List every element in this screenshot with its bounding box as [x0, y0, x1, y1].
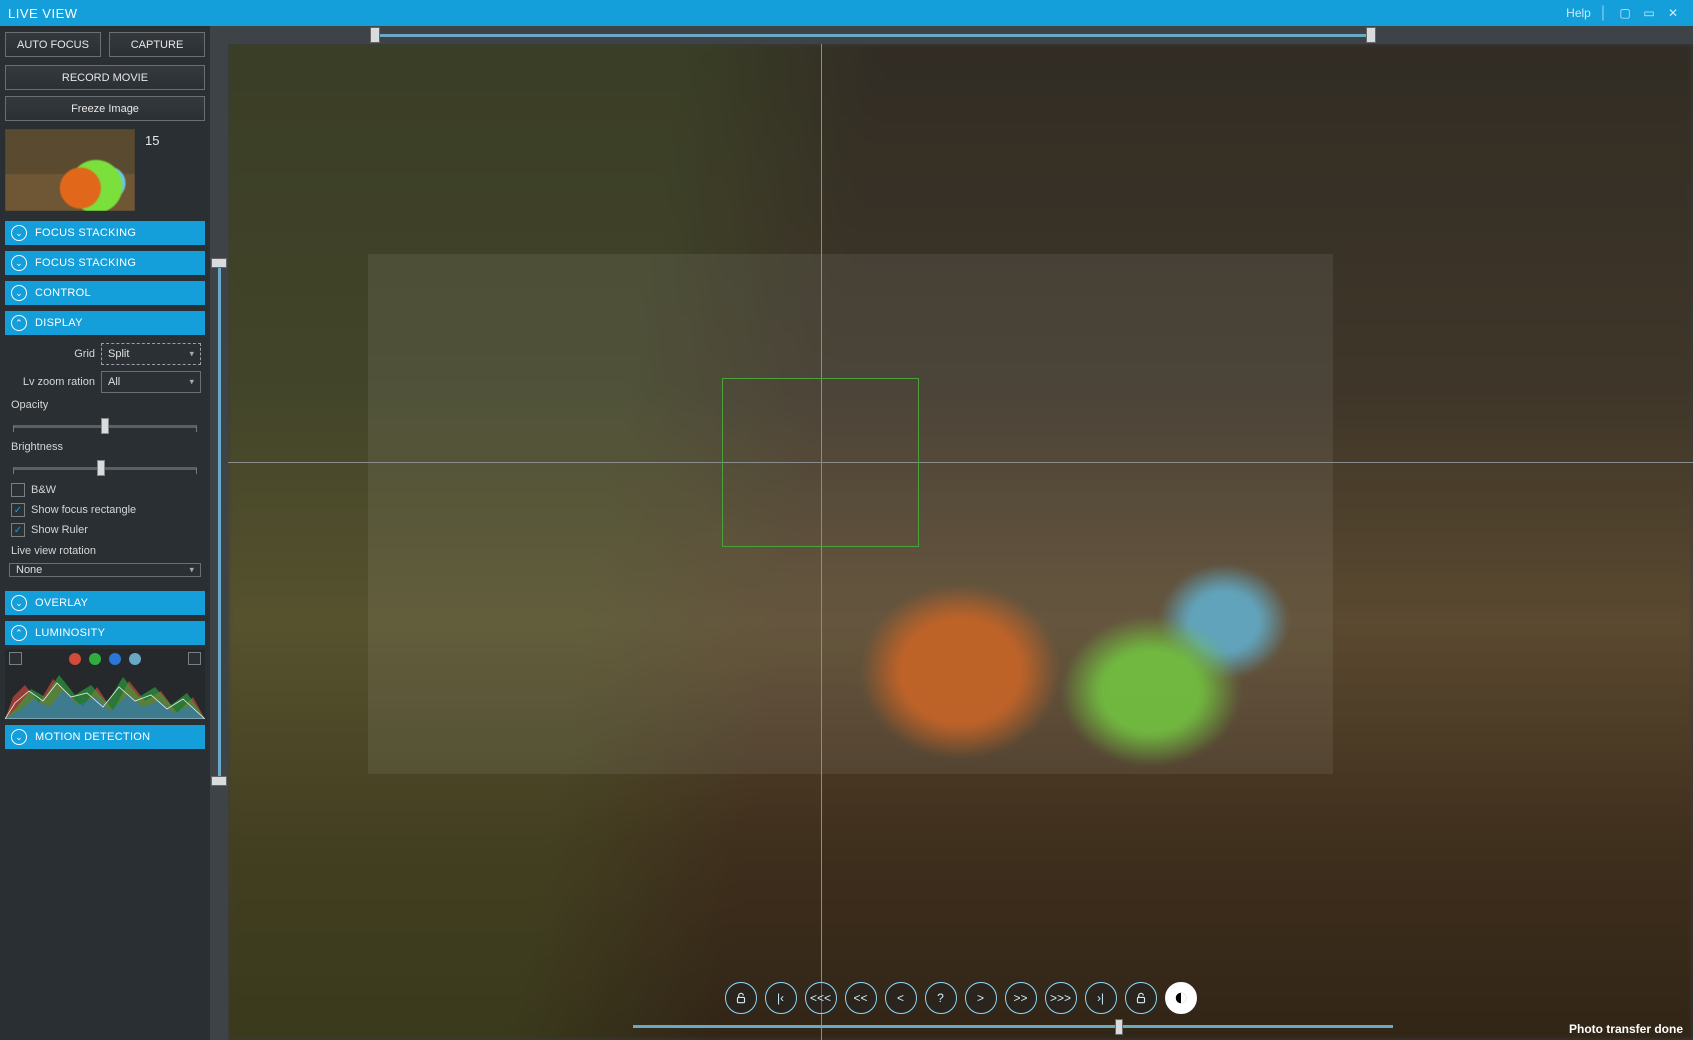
chevron-up-icon: ⌃ — [11, 625, 27, 641]
show-ruler-checkbox[interactable]: ✓ — [11, 523, 25, 537]
panel-luminosity[interactable]: ⌃LUMINOSITY — [5, 621, 205, 645]
bw-checkbox[interactable] — [11, 483, 25, 497]
chevron-down-icon: ⌄ — [11, 729, 27, 745]
bw-label: B&W — [31, 484, 56, 496]
help-link[interactable]: Help — [1566, 6, 1591, 20]
nav-back2-button[interactable]: << — [845, 982, 877, 1014]
ruler-h-handle-start[interactable] — [370, 27, 380, 43]
focus-navbar: |‹ <<< << < ? > >> >>> ›| — [725, 982, 1197, 1014]
panel-motion-detection[interactable]: ⌄MOTION DETECTION — [5, 725, 205, 749]
capture-count: 15 — [145, 129, 159, 211]
rotation-label: Live view rotation — [9, 545, 201, 557]
histogram-clip-left[interactable] — [9, 652, 22, 665]
histogram — [5, 649, 205, 719]
panel-overlay[interactable]: ⌄OVERLAY — [5, 591, 205, 615]
main-viewport: |‹ <<< << < ? > >> >>> ›| Photo transfer… — [210, 26, 1693, 1040]
lock-near-button[interactable] — [725, 982, 757, 1014]
lv-zoom-select[interactable]: All▾ — [101, 371, 201, 393]
channel-red[interactable] — [69, 653, 81, 665]
chevron-down-icon: ⌄ — [11, 285, 27, 301]
nav-fwd2-button[interactable]: >> — [1005, 982, 1037, 1014]
caret-down-icon: ▾ — [189, 377, 194, 388]
status-text: Photo transfer done — [1569, 1022, 1683, 1036]
nav-fwd1-button[interactable]: > — [965, 982, 997, 1014]
grid-label: Grid — [9, 348, 95, 360]
ruler-v-handle-start[interactable] — [211, 258, 227, 268]
brightness-label: Brightness — [9, 441, 201, 453]
maximize-button[interactable]: ▭ — [1637, 3, 1661, 23]
opacity-slider[interactable] — [9, 417, 201, 435]
sidebar: AUTO FOCUS CAPTURE RECORD MOVIE Freeze I… — [0, 26, 210, 1040]
show-focus-label: Show focus rectangle — [31, 504, 136, 516]
panel-display-body: Grid Split▾ Lv zoom ration All▾ Opacity … — [5, 337, 205, 585]
nav-back1-button[interactable]: < — [885, 982, 917, 1014]
nav-fwd3-button[interactable]: >>> — [1045, 982, 1077, 1014]
contrast-button[interactable] — [1165, 982, 1197, 1014]
ruler-horizontal — [228, 26, 1693, 44]
panel-display[interactable]: ⌃DISPLAY — [5, 311, 205, 335]
show-ruler-label: Show Ruler — [31, 524, 88, 536]
panel-focus-stacking-1[interactable]: ⌄FOCUS STACKING — [5, 221, 205, 245]
channel-luma[interactable] — [129, 653, 141, 665]
ruler-h-handle-end[interactable] — [1366, 27, 1376, 43]
channel-green[interactable] — [89, 653, 101, 665]
grid-line-horizontal — [228, 462, 1693, 463]
window-title: LIVE VIEW — [8, 6, 78, 21]
freeze-image-button[interactable]: Freeze Image — [5, 96, 205, 121]
histogram-channels — [69, 653, 141, 665]
ruler-v-handle-end[interactable] — [211, 776, 227, 786]
lock-far-button[interactable] — [1125, 982, 1157, 1014]
record-movie-button[interactable]: RECORD MOVIE — [5, 65, 205, 90]
nav-help-button[interactable]: ? — [925, 982, 957, 1014]
histogram-clip-right[interactable] — [188, 652, 201, 665]
chevron-down-icon: ⌄ — [11, 225, 27, 241]
ruler-corner — [210, 26, 228, 44]
nav-last-button[interactable]: ›| — [1085, 982, 1117, 1014]
caret-down-icon: ▾ — [189, 565, 194, 576]
live-canvas[interactable]: |‹ <<< << < ? > >> >>> ›| Photo transfer… — [228, 44, 1693, 1040]
chevron-down-icon: ⌄ — [11, 595, 27, 611]
focus-position-slider[interactable] — [633, 1025, 1393, 1028]
focus-rectangle[interactable] — [722, 378, 920, 547]
brightness-slider[interactable] — [9, 459, 201, 477]
grid-select[interactable]: Split▾ — [101, 343, 201, 365]
nav-back3-button[interactable]: <<< — [805, 982, 837, 1014]
caret-down-icon: ▾ — [189, 349, 194, 360]
capture-button[interactable]: CAPTURE — [109, 32, 205, 57]
titlebar: LIVE VIEW Help | ▢ ▭ ✕ — [0, 0, 1693, 26]
nav-first-button[interactable]: |‹ — [765, 982, 797, 1014]
show-focus-checkbox[interactable]: ✓ — [11, 503, 25, 517]
chevron-up-icon: ⌃ — [11, 315, 27, 331]
opacity-label: Opacity — [9, 399, 201, 411]
ruler-vertical — [210, 44, 228, 1040]
preview-thumbnail[interactable] — [5, 129, 135, 211]
lv-zoom-label: Lv zoom ration — [9, 376, 95, 388]
rotation-select[interactable]: None▾ — [9, 563, 201, 577]
minimize-button[interactable]: ▢ — [1613, 3, 1637, 23]
close-button[interactable]: ✕ — [1661, 3, 1685, 23]
chevron-down-icon: ⌄ — [11, 255, 27, 271]
panel-focus-stacking-2[interactable]: ⌄FOCUS STACKING — [5, 251, 205, 275]
channel-blue[interactable] — [109, 653, 121, 665]
auto-focus-button[interactable]: AUTO FOCUS — [5, 32, 101, 57]
panel-control[interactable]: ⌄CONTROL — [5, 281, 205, 305]
